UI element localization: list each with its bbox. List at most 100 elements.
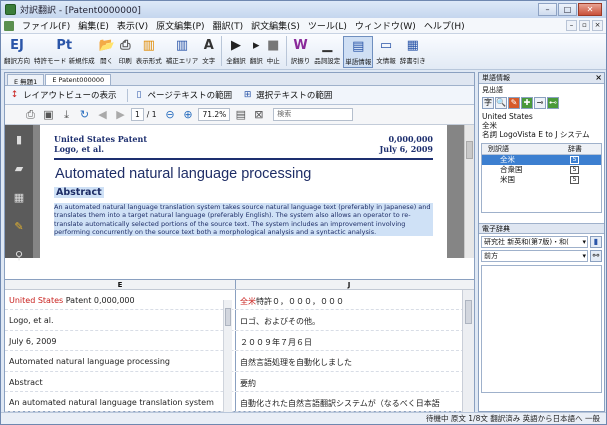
source-column-scrollbar[interactable]: [223, 300, 232, 412]
target-cell[interactable]: ２００９年７月６日: [236, 331, 462, 350]
grid-scrollbar[interactable]: [462, 290, 474, 412]
dictionary-select[interactable]: 研究社 新英和(第7版)・和(: [481, 236, 588, 248]
menu-source-edit[interactable]: 原文編集(P): [152, 19, 208, 32]
feature-setting-button[interactable]: Pt 特許モード 新規作成: [33, 36, 96, 68]
link-green-icon[interactable]: ⊷: [547, 97, 559, 109]
selected-text-range-toggle[interactable]: ⊞ 選択テキストの範囲: [242, 89, 333, 101]
edit-icon[interactable]: ✎: [508, 97, 520, 109]
word-info-header: 単語情報 ×: [479, 73, 604, 84]
sentence-info-button[interactable]: ▭ 文情報: [375, 36, 397, 68]
target-cell[interactable]: 全米特許０，０００，０００: [236, 290, 462, 309]
word-info-button[interactable]: ▤ 単語情報: [343, 36, 374, 68]
bookmarks-icon[interactable]: ▰: [13, 162, 26, 175]
target-cell[interactable]: 自動化された自然言語翻訳システムが（なるべく日本語: [236, 392, 462, 411]
menu-tools[interactable]: ツール(L): [304, 19, 351, 32]
book-icon[interactable]: ▮: [590, 236, 602, 248]
scroll-thumb[interactable]: [225, 308, 231, 326]
register-icon[interactable]: ✚: [521, 97, 533, 109]
layout-view-toggle[interactable]: ↕ レイアウトビューの表示: [9, 89, 117, 101]
source-cell[interactable]: An automated natural language translatio…: [5, 391, 236, 412]
close-icon[interactable]: ×: [595, 73, 602, 83]
source-cell[interactable]: Abstract: [5, 371, 236, 391]
dictionary-icon[interactable]: 字: [482, 97, 494, 109]
pdf-scrollbar[interactable]: [464, 125, 474, 258]
table-row[interactable]: Abstract 要約: [5, 371, 474, 392]
mdi-close-button[interactable]: ×: [592, 20, 603, 31]
translate-button[interactable]: ▸ 翻訳: [249, 36, 264, 68]
menu-window[interactable]: ウィンドウ(W): [351, 19, 420, 32]
menu-view[interactable]: 表示(V): [113, 19, 152, 32]
zoom-out-icon[interactable]: ⊖: [162, 108, 177, 122]
pdf-search-input[interactable]: 検索: [273, 108, 354, 121]
print-icon: ⎙: [120, 37, 131, 53]
search-icon[interactable]: 🔍: [495, 97, 507, 109]
menu-help[interactable]: ヘルプ(H): [420, 19, 469, 32]
target-cell[interactable]: 要約: [236, 372, 462, 391]
correction-area-button[interactable]: ▥ 補正エリア: [165, 36, 200, 68]
tab-untitled[interactable]: E 無題1: [7, 74, 45, 86]
close-button[interactable]: ✕: [578, 3, 602, 16]
stop-button[interactable]: ■ 中止: [266, 36, 281, 68]
menu-edit[interactable]: 編集(E): [74, 19, 113, 32]
alternative-row[interactable]: 合衆国 S: [482, 165, 601, 175]
source-cell[interactable]: Logo, et al.: [5, 310, 236, 330]
minimize-button[interactable]: –: [538, 3, 557, 16]
link-icon[interactable]: ⊸: [534, 97, 546, 109]
translate-all-button[interactable]: ▶ 全翻訳: [225, 36, 247, 68]
mdi-minimize-button[interactable]: –: [566, 20, 577, 31]
print-button[interactable]: ⎙ 印刷: [118, 36, 133, 68]
export-icon[interactable]: ⤓: [59, 108, 74, 122]
tb-label: 印刷: [118, 57, 132, 65]
maximize-button[interactable]: □: [558, 3, 577, 16]
tb-label: 文字: [202, 57, 216, 65]
paperclip-icon[interactable]: ⚲: [13, 249, 26, 262]
menu-file[interactable]: ファイル(F): [18, 19, 74, 32]
toolbar-separator: [221, 36, 223, 66]
quality-setting-button[interactable]: ▁ 品詞設定: [313, 36, 341, 68]
alternative-row[interactable]: 全米 S: [482, 155, 601, 165]
search-mode-select[interactable]: 前方: [481, 250, 588, 262]
target-cell[interactable]: ロゴ、およびその他。: [236, 310, 462, 329]
open-button[interactable]: 📂 開く: [98, 36, 116, 68]
menu-translate[interactable]: 翻訳(T): [209, 19, 248, 32]
table-row[interactable]: An automated natural language translatio…: [5, 391, 474, 412]
signature-icon[interactable]: ✎: [13, 220, 26, 233]
sync-icon[interactable]: ↻: [77, 108, 92, 122]
page-text-range-toggle[interactable]: ▯ ページテキストの範囲: [134, 89, 233, 101]
fit-width-icon[interactable]: ⊠: [251, 108, 266, 122]
mdi-restore-button[interactable]: ▫: [579, 20, 590, 31]
next-page-icon[interactable]: ▶: [113, 108, 128, 122]
table-row[interactable]: Logo, et al. ロゴ、およびその他。: [5, 310, 474, 331]
table-row[interactable]: July 6, 2009 ２００９年７月６日: [5, 330, 474, 352]
tb-label: 開く: [100, 57, 114, 65]
tab-patent[interactable]: E Patent000000: [45, 74, 112, 85]
alt-translation-button[interactable]: W 訳振り: [290, 36, 312, 68]
attachments-icon[interactable]: ▦: [13, 191, 26, 204]
scroll-thumb[interactable]: [465, 300, 472, 324]
fit-page-icon[interactable]: ▤: [233, 108, 248, 122]
alt-word-header: 別訳語: [488, 145, 509, 153]
alternative-word: 米国: [500, 175, 515, 184]
target-cell[interactable]: 自然言語処理を自動化しました: [236, 351, 462, 370]
table-row[interactable]: Automated natural language processing 自然…: [5, 351, 474, 372]
source-cell[interactable]: Automated natural language processing: [5, 351, 236, 371]
menu-target-edit[interactable]: 訳文編集(S): [247, 19, 304, 32]
zoom-select[interactable]: 71.2%: [198, 108, 231, 121]
text-button[interactable]: A 文字: [201, 36, 216, 68]
translate-direction-button[interactable]: EJ 翻訳方向: [3, 36, 31, 68]
table-row[interactable]: United States Patent 0,000,000 全米特許０，０００…: [5, 290, 474, 311]
prev-page-icon[interactable]: ◀: [95, 108, 110, 122]
print-icon[interactable]: ⎙: [23, 108, 38, 122]
alternative-row[interactable]: 米国 S: [482, 175, 601, 185]
binoculars-icon[interactable]: ⚯: [590, 250, 602, 262]
scroll-thumb[interactable]: [466, 141, 473, 159]
save-icon[interactable]: ▣: [41, 108, 56, 122]
source-cell[interactable]: July 6, 2009: [5, 330, 236, 351]
page-number-input[interactable]: 1: [131, 108, 144, 121]
pages-icon[interactable]: ▮: [13, 133, 26, 146]
zoom-in-icon[interactable]: ⊕: [180, 108, 195, 122]
source-cell[interactable]: United States Patent 0,000,000: [5, 290, 236, 310]
pdf-toolbar: ⎙ ▣ ⤓ ↻ ◀ ▶ 1 / 1 ⊖ ⊕ 71.2% ▤ ⊠ 検索: [5, 105, 474, 125]
dictionary-lookup-button[interactable]: ▦ 辞書引き: [399, 36, 427, 68]
display-format-button[interactable]: ▥ 表示形式: [135, 36, 163, 68]
